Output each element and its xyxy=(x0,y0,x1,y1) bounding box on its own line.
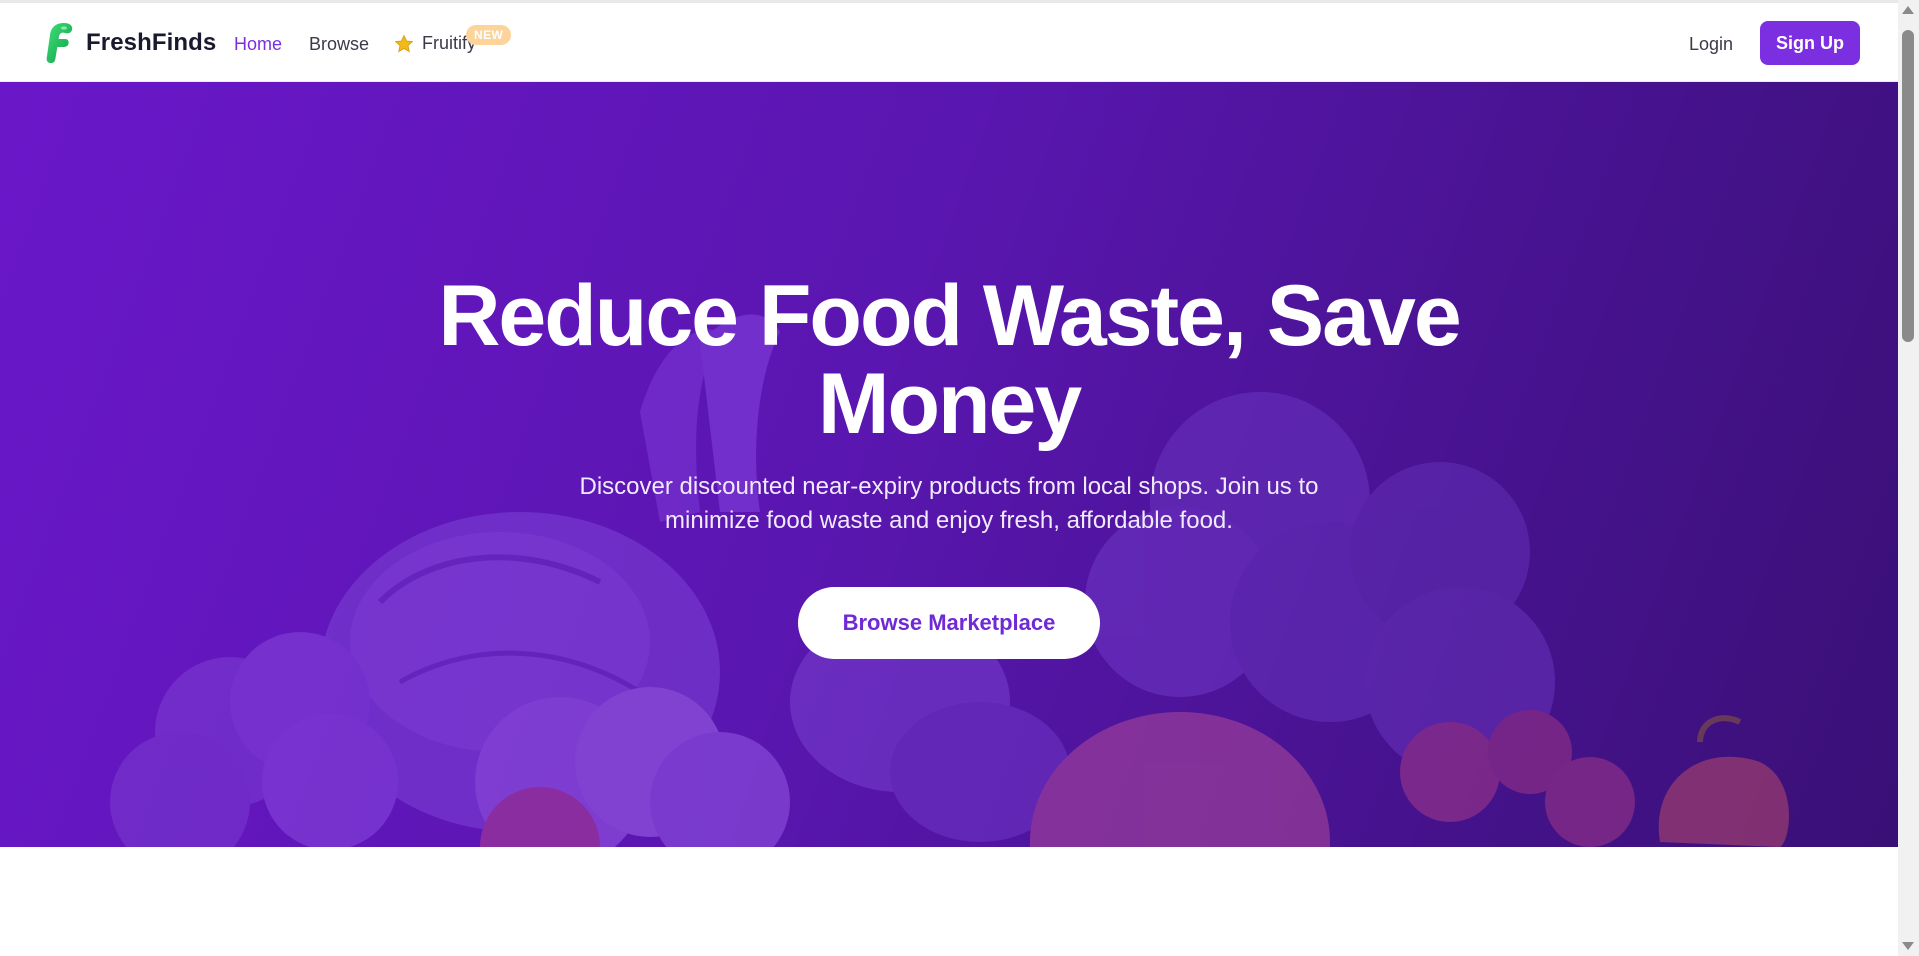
browse-marketplace-button[interactable]: Browse Marketplace xyxy=(798,587,1100,659)
hero-subtitle-line2: minimize food waste and enjoy fresh, aff… xyxy=(665,507,1233,534)
hero-vegetables-background xyxy=(110,314,1789,847)
hero-title-line2: Money xyxy=(817,356,1082,452)
nav-home-link[interactable]: Home xyxy=(234,34,282,55)
nav-fruitify-link[interactable]: Fruitify xyxy=(394,33,476,54)
login-link[interactable]: Login xyxy=(1689,34,1733,55)
brand-name: FreshFinds xyxy=(86,29,217,56)
signup-button[interactable]: Sign Up xyxy=(1760,21,1860,65)
brand-home-link[interactable]: FreshFinds xyxy=(42,21,216,65)
navbar: FreshFinds Home Browse Fruitify NEW Logi… xyxy=(0,3,1898,82)
freshfinds-logo-icon xyxy=(46,23,73,63)
hero-subtitle: Discover discounted near-expiry products… xyxy=(549,470,1349,538)
hero-section: Reduce Food Waste, Save Money Discover d… xyxy=(0,82,1898,847)
nav-browse-link[interactable]: Browse xyxy=(309,34,369,55)
scroll-up-arrow-icon[interactable] xyxy=(1902,6,1914,14)
browser-viewport: FreshFinds Home Browse Fruitify NEW Logi… xyxy=(0,0,1919,956)
hero-title: Reduce Food Waste, Save Money xyxy=(0,272,1898,448)
star-icon xyxy=(394,34,414,52)
new-badge: NEW xyxy=(466,25,512,45)
hero-title-line1: Reduce Food Waste, Save xyxy=(438,268,1461,364)
hero-subtitle-line1: Discover discounted near-expiry products… xyxy=(579,473,1319,500)
scrollbar-thumb[interactable] xyxy=(1902,30,1914,342)
vertical-scrollbar[interactable] xyxy=(1898,0,1919,956)
scroll-down-arrow-icon[interactable] xyxy=(1902,942,1914,950)
page: FreshFinds Home Browse Fruitify NEW Logi… xyxy=(0,0,1898,956)
